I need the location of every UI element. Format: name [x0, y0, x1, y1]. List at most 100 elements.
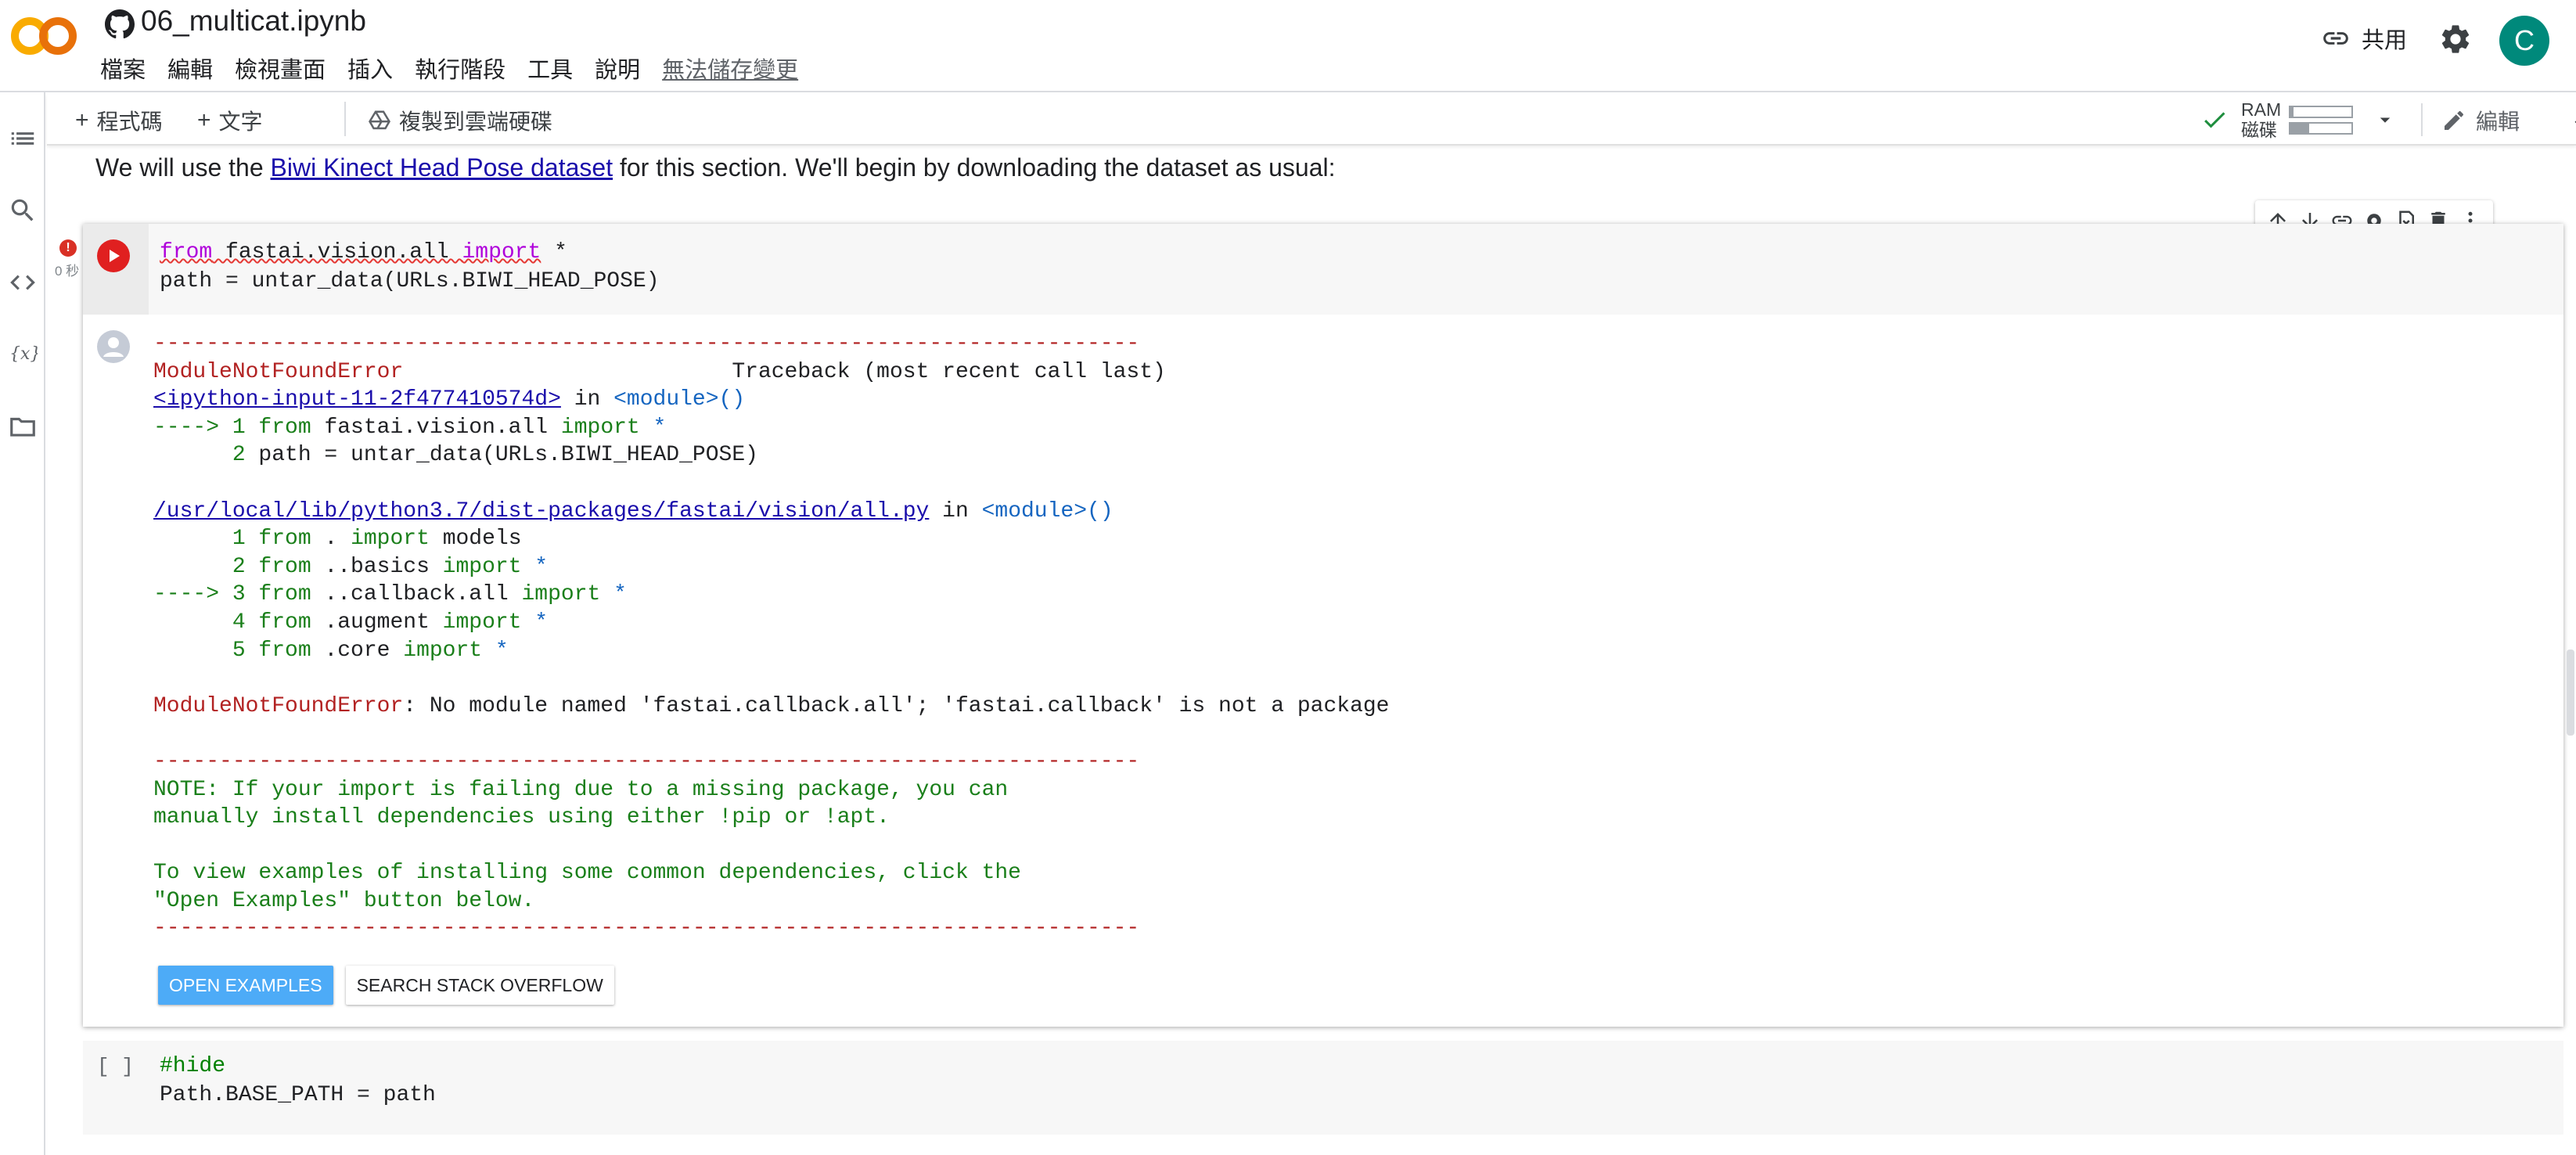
tb-file-link[interactable]: /usr/local/lib/python3.7/dist-packages/f… [153, 499, 929, 524]
menu-view[interactable]: 檢視畫面 [235, 52, 326, 85]
user-avatar[interactable]: C [2499, 16, 2549, 66]
unsaved-changes-link[interactable]: 無法儲存變更 [662, 52, 798, 85]
tb-text: models [429, 527, 522, 552]
tb-text: path = untar_data(URLs.BIWI_HEAD_POSE) [258, 443, 758, 468]
text-before: We will use the [95, 153, 271, 182]
add-code-label: 程式碼 [96, 110, 163, 134]
menu-runtime[interactable]: 執行階段 [415, 52, 505, 85]
tb-text: * [639, 415, 667, 440]
link-icon [2323, 32, 2348, 45]
colab-logo[interactable] [11, 13, 78, 59]
tb-lineno: 2 [153, 443, 259, 468]
tb-kw: from [258, 527, 311, 552]
run-cell-button[interactable] [97, 239, 130, 272]
tb-kw: import [403, 638, 483, 663]
tb-text: () [718, 387, 746, 412]
menu-edit[interactable]: 編輯 [167, 52, 213, 85]
tb-kw: import [521, 582, 601, 607]
tb-input-link[interactable]: <ipython-input-11-2f477410574d> [153, 387, 561, 412]
left-sidebar: {x} [0, 92, 45, 1155]
notebook-toolbar: + 程式碼 + 文字 複製到雲端硬碟 RAM 磁碟 編輯 [47, 94, 2576, 146]
runtime-resources[interactable]: RAM 磁碟 [2200, 94, 2397, 146]
tb-text: . [311, 527, 351, 552]
traceback-text: ----------------------------------------… [153, 330, 1389, 943]
tb-kw: from [258, 554, 311, 579]
dropdown-arrow-icon[interactable] [2373, 108, 2397, 131]
tb-kw: from [258, 638, 311, 663]
collapse-header-icon[interactable] [2568, 106, 2576, 133]
disk-usage-bar [2289, 121, 2354, 135]
dataset-link[interactable]: Biwi Kinect Head Pose dataset [271, 153, 613, 182]
search-icon[interactable] [8, 196, 38, 225]
code-cell[interactable]: ! 0 秒 from fastai.vision.all import * pa… [55, 224, 2563, 1027]
tb-lineno: 5 [153, 638, 259, 663]
tb-kw: import [442, 610, 522, 635]
copy-to-drive-label: 複製到雲端硬碟 [399, 110, 553, 134]
tb-text: fastai.vision.all [311, 415, 561, 440]
tb-kw: from [258, 582, 311, 607]
tb-module: <module> [613, 387, 719, 412]
github-icon [105, 9, 135, 39]
cell-output: ----------------------------------------… [83, 315, 2563, 1027]
ram-label: RAM [2241, 99, 2282, 120]
plus-icon: + [197, 107, 211, 133]
pencil-icon [2445, 110, 2464, 130]
tb-text: in [560, 387, 614, 412]
tb-text: * [521, 610, 549, 635]
svg-text:{x}: {x} [9, 344, 38, 364]
tb-text: * [482, 638, 509, 663]
code-editor[interactable]: from fastai.vision.all import * path = u… [149, 224, 2563, 315]
tb-lineno: 4 [153, 610, 259, 635]
tb-text: .augment [311, 610, 443, 635]
text-cell[interactable]: We will use the Biwi Kinect Head Pose da… [95, 153, 1335, 182]
code-cell-2[interactable]: [ ] #hide Path.BASE_PATH = path [83, 1041, 2563, 1135]
code-snippets-icon[interactable] [8, 268, 38, 297]
tb-dashes: ----------------------------------------… [153, 916, 1140, 941]
tb-error-name: ModuleNotFoundError [153, 693, 404, 718]
tb-lineno: 2 [153, 554, 259, 579]
search-stack-overflow-button[interactable]: SEARCH STACK OVERFLOW [345, 966, 614, 1005]
variables-icon[interactable]: {x} [8, 338, 38, 368]
tb-text: .core [311, 638, 404, 663]
scrollbar-thumb[interactable] [2567, 649, 2574, 736]
edit-mode-button[interactable]: 編輯 [2441, 105, 2520, 136]
open-examples-button[interactable]: OPEN EXAMPLES [158, 966, 333, 1005]
toolbar-divider [344, 102, 346, 136]
disk-label: 磁碟 [2241, 120, 2277, 140]
code-line: path = untar_data(URLs.BIWI_HEAD_POSE) [160, 269, 660, 293]
copy-to-drive-button[interactable]: 複製到雲端硬碟 [368, 105, 552, 136]
cell-gutter [83, 224, 149, 315]
menu-insert[interactable]: 插入 [347, 52, 393, 85]
notebook-title[interactable]: 06_multicat.ipynb [141, 5, 366, 38]
tb-text: * [600, 582, 627, 607]
add-text-button[interactable]: + 文字 [197, 105, 263, 136]
table-of-contents-icon[interactable] [8, 124, 38, 153]
cell-run-bracket[interactable]: [ ] [97, 1055, 134, 1078]
output-avatar-icon[interactable] [97, 330, 130, 363]
note-line: To view examples of installing some comm… [153, 861, 1021, 886]
code-token: from [160, 240, 213, 264]
tb-error-name: ModuleNotFoundError [153, 359, 404, 384]
share-button[interactable]: 共用 [2321, 22, 2407, 55]
tb-kw: import [351, 527, 430, 552]
menu-help[interactable]: 說明 [595, 52, 640, 85]
drive-icon [369, 110, 390, 130]
menu-file[interactable]: 檔案 [100, 52, 146, 85]
code-editor-2[interactable]: #hide Path.BASE_PATH = path [160, 1052, 436, 1110]
add-code-button[interactable]: + 程式碼 [75, 105, 163, 136]
menu-bar: 檔案 編輯 檢視畫面 插入 執行階段 工具 說明 無法儲存變更 [100, 52, 820, 85]
note-line: NOTE: If your import is failing due to a… [153, 777, 1009, 802]
note-line: "Open Examples" button below. [153, 888, 535, 913]
header: 06_multicat.ipynb 檔案 編輯 檢視畫面 插入 執行階段 工具 … [0, 0, 2576, 92]
execution-time: 0 秒 [55, 264, 80, 279]
tb-text: * [521, 554, 549, 579]
files-folder-icon[interactable] [8, 412, 38, 441]
menu-tools[interactable]: 工具 [527, 52, 573, 85]
tb-text: () [1087, 498, 1114, 524]
notebook-content: We will use the Biwi Kinect Head Pose da… [47, 146, 2576, 1155]
settings-gear-icon[interactable] [2438, 22, 2473, 56]
output-buttons: OPEN EXAMPLES SEARCH STACK OVERFLOW [158, 966, 614, 1005]
share-label: 共用 [2362, 28, 2408, 53]
tb-kw: import [442, 554, 522, 579]
tb-lineno: 1 [153, 527, 259, 552]
